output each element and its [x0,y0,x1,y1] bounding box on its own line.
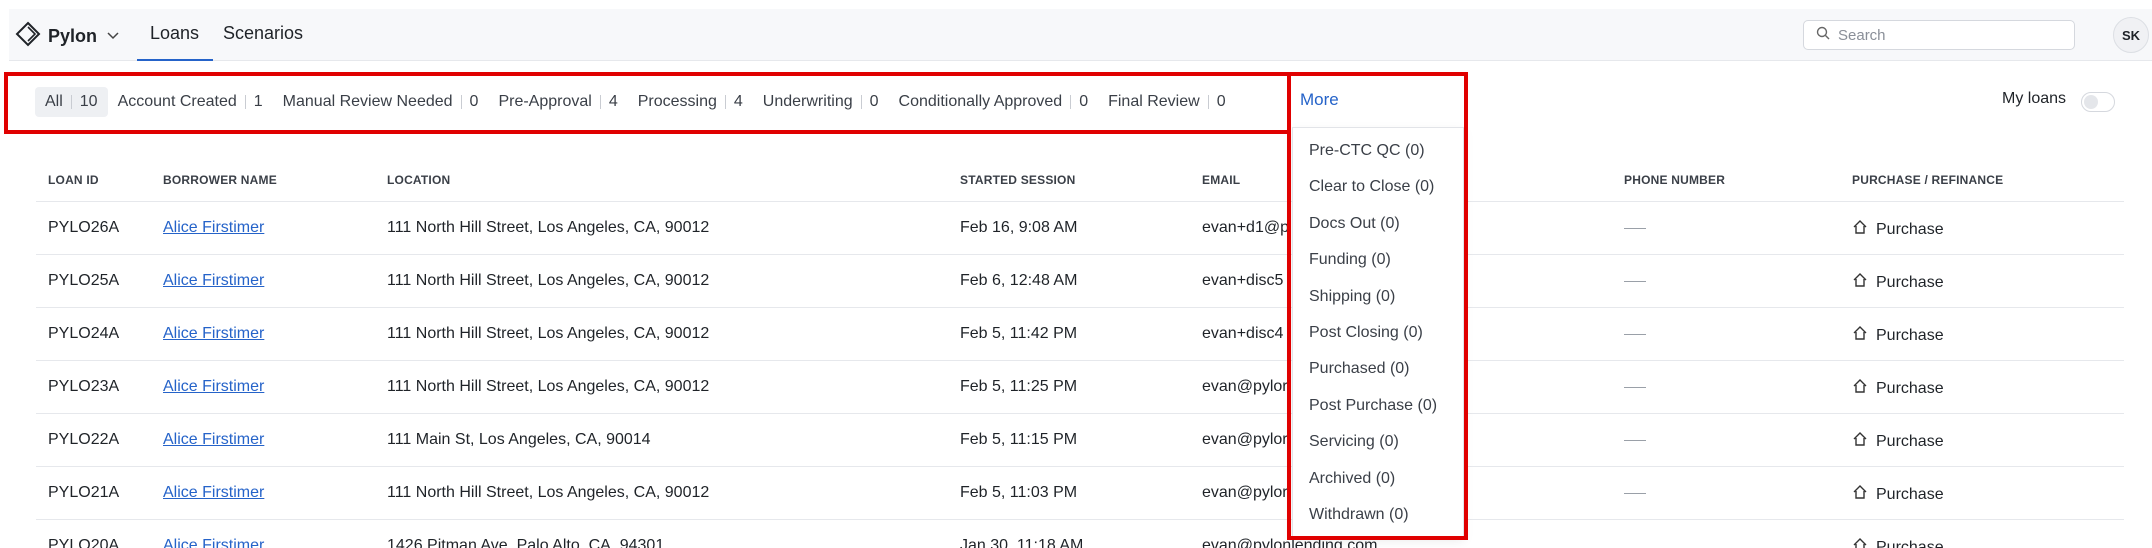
borrower-link[interactable]: Alice Firstimer [163,378,264,395]
started-session: Feb 6, 12:48 AM [960,272,1078,289]
started-session: Jan 30, 11:18 AM [960,537,1084,548]
loan-type: Purchase [1852,431,1944,452]
location: 111 North Hill Street, Los Angeles, CA, … [387,219,710,236]
loan-type: Purchase [1852,325,1944,346]
home-icon [1852,537,1868,548]
loan-type: Purchase [1852,219,1944,240]
loan-type: Purchase [1852,537,1944,548]
brand-name: Pylon [48,26,98,46]
borrower-link[interactable]: Alice Firstimer [163,537,264,548]
header-purchase-refinance[interactable]: PURCHASE / REFINANCE [1852,173,2003,187]
home-icon [1852,325,1868,346]
search-input[interactable] [1838,26,2058,44]
email: evan+disc4 [1202,325,1284,342]
started-session: Feb 5, 11:25 PM [960,378,1078,395]
loan-id: PYLO26A [48,219,120,236]
pylon-logo-icon [15,21,41,52]
started-session: Feb 5, 11:15 PM [960,431,1078,448]
location: 1426 Pitman Ave, Palo Alto, CA, 94301 [387,537,665,548]
borrower-link[interactable]: Alice Firstimer [163,219,264,236]
loan-type: Purchase [1852,378,1944,399]
empty-phone-dash [1624,334,1646,335]
home-icon [1852,484,1868,505]
home-icon [1852,431,1868,452]
header-loan-id[interactable]: LOAN ID [48,173,99,187]
started-session: Feb 5, 11:42 PM [960,325,1078,342]
table-header: LOAN ID BORROWER NAME LOCATION STARTED S… [36,166,2124,202]
loan-type: Purchase [1852,272,1944,293]
active-tab-indicator [137,59,213,61]
empty-phone-dash [1624,387,1646,388]
email: evan+disc5 [1202,272,1284,289]
header-email[interactable]: EMAIL [1202,173,1240,187]
header-location[interactable]: LOCATION [387,173,450,187]
tab-scenarios[interactable]: Scenarios [223,23,303,44]
loan-id: PYLO20A [48,537,120,548]
email: evan@pylor [1202,484,1288,501]
started-session: Feb 16, 9:08 AM [960,219,1078,236]
empty-phone-dash [1624,493,1646,494]
location: 111 North Hill Street, Los Angeles, CA, … [387,325,710,342]
loan-type-label: Purchase [1876,379,1944,397]
loan-type: Purchase [1852,484,1944,505]
borrower-link[interactable]: Alice Firstimer [163,484,264,501]
email: evan@pylor [1202,378,1288,395]
borrower-link[interactable]: Alice Firstimer [163,431,264,448]
loan-type-label: Purchase [1876,326,1944,344]
home-icon [1852,378,1868,399]
header-started-session[interactable]: STARTED SESSION [960,173,1075,187]
borrower-link[interactable]: Alice Firstimer [163,325,264,342]
table-row[interactable]: PYLO21A Alice Firstimer 111 North Hill S… [36,467,2124,520]
location: 111 North Hill Street, Los Angeles, CA, … [387,378,710,395]
user-avatar[interactable]: SK [2113,17,2149,53]
empty-phone-dash [1624,440,1646,441]
toggle-knob [2084,95,2098,109]
tab-loans[interactable]: Loans [150,23,199,44]
email: evan@pylor [1202,431,1288,448]
brand-switcher[interactable]: Pylon [15,21,120,52]
email: evan+d1@p [1202,219,1289,236]
borrower-link[interactable]: Alice Firstimer [163,272,264,289]
started-session: Feb 5, 11:03 PM [960,484,1078,501]
table-row[interactable]: PYLO24A Alice Firstimer 111 North Hill S… [36,308,2124,361]
home-icon [1852,219,1868,240]
loan-type-label: Purchase [1876,220,1944,238]
loan-id: PYLO21A [48,484,120,501]
table-row[interactable]: PYLO25A Alice Firstimer 111 North Hill S… [36,255,2124,308]
my-loans-toggle[interactable] [2081,92,2115,112]
loan-id: PYLO24A [48,325,120,342]
highlight-box-more-dropdown [1287,72,1468,540]
top-navbar: Pylon Loans Scenarios SK [9,9,2152,61]
table-row[interactable]: PYLO20A Alice Firstimer 1426 Pitman Ave,… [36,520,2124,548]
loan-type-label: Purchase [1876,432,1944,450]
search-icon [1816,26,1830,45]
loan-type-label: Purchase [1876,273,1944,291]
loan-type-label: Purchase [1876,485,1944,503]
table-row[interactable]: PYLO23A Alice Firstimer 111 North Hill S… [36,361,2124,414]
empty-phone-dash [1624,281,1646,282]
header-borrower[interactable]: BORROWER NAME [163,173,277,187]
loan-type-label: Purchase [1876,538,1944,548]
loan-id: PYLO23A [48,378,120,395]
home-icon [1852,272,1868,293]
table-row[interactable]: PYLO26A Alice Firstimer 111 North Hill S… [36,202,2124,255]
empty-phone-dash [1624,228,1646,229]
location: 111 North Hill Street, Los Angeles, CA, … [387,272,710,289]
location: 111 Main St, Los Angeles, CA, 90014 [387,431,651,448]
table-row[interactable]: PYLO22A Alice Firstimer 111 Main St, Los… [36,414,2124,467]
search-box[interactable] [1803,20,2075,50]
location: 111 North Hill Street, Los Angeles, CA, … [387,484,710,501]
loan-id: PYLO25A [48,272,120,289]
header-phone[interactable]: PHONE NUMBER [1624,173,1725,187]
loan-id: PYLO22A [48,431,120,448]
highlight-box-filter-bar [4,72,1291,134]
my-loans-label: My loans [2002,90,2067,107]
chevron-down-icon [106,30,120,44]
